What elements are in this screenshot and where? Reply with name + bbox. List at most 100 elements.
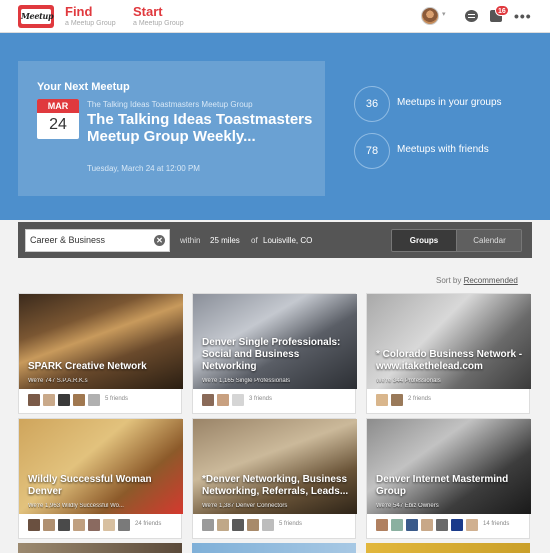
sort-dropdown[interactable]: Recommended [464, 276, 518, 285]
group-photo: *Denver Networking, Business Networking,… [193, 419, 357, 514]
group-photo: Wildly Successful Woman Denver We're 1,9… [19, 419, 183, 514]
within-label: within [180, 236, 201, 245]
friends-count[interactable]: 14 friends [483, 521, 509, 527]
friend-avatar[interactable] [436, 519, 448, 531]
group-photo: SPARK Creative Network We're 747 S.P.A.R… [19, 294, 183, 389]
groups-view-button[interactable]: Groups [392, 230, 456, 251]
friends-count[interactable]: 2 friends [408, 396, 431, 402]
find-label: Find [65, 4, 93, 19]
stat-count: 78 [354, 133, 390, 169]
friend-avatar[interactable] [232, 394, 244, 406]
notification-badge: 16 [495, 5, 509, 16]
friends-count[interactable]: 5 friends [279, 521, 302, 527]
group-members: We're 547 Ebiz Owners [376, 503, 439, 509]
friends-count[interactable]: 24 friends [135, 521, 161, 527]
friend-avatar[interactable] [262, 519, 274, 531]
clear-icon[interactable]: ✕ [154, 235, 165, 246]
friend-avatar[interactable] [466, 519, 478, 531]
friend-avatar[interactable] [43, 394, 55, 406]
friend-avatar[interactable] [247, 519, 259, 531]
distance-dropdown[interactable]: 25 miles [210, 236, 240, 245]
calendar-month: MAR [37, 99, 79, 113]
stat-label: Meetups in your groups [397, 97, 502, 108]
friend-avatar[interactable] [376, 519, 388, 531]
group-members: We're 1,165 Single Professionals [202, 378, 291, 384]
friend-avatar[interactable] [376, 394, 388, 406]
group-name: Wildly Successful Woman Denver [28, 474, 152, 497]
friend-avatar[interactable] [391, 519, 403, 531]
group-members: We're 1,963 Wildly Successful Wo... [28, 503, 124, 509]
group-card[interactable]: Denver Single Professionals: Social and … [192, 293, 357, 414]
more-icon[interactable]: ••• [514, 9, 532, 23]
stat-label: Meetups with friends [397, 144, 489, 155]
sort-control: Sort by Recommended [436, 276, 518, 285]
of-label: of [251, 236, 258, 245]
friend-avatar[interactable] [202, 519, 214, 531]
group-card[interactable]: * Colorado Business Network - www.itaket… [366, 293, 531, 414]
friend-avatar[interactable] [73, 519, 85, 531]
friend-avatar[interactable] [217, 394, 229, 406]
friend-avatar[interactable] [421, 519, 433, 531]
chevron-down-icon[interactable]: ▾ [442, 10, 446, 18]
group-card-partial[interactable] [18, 543, 182, 553]
group-name: Denver Single Professionals: Social and … [202, 337, 341, 372]
friend-avatar[interactable] [28, 394, 40, 406]
friends-count[interactable]: 5 friends [105, 396, 128, 402]
search-value: Career & Business [30, 235, 106, 245]
group-card[interactable]: *Denver Networking, Business Networking,… [192, 418, 357, 539]
category-search-input[interactable]: Career & Business ✕ [25, 229, 170, 252]
group-card-partial[interactable] [192, 543, 356, 553]
user-avatar[interactable] [421, 7, 439, 25]
logo-text: Meetup [21, 9, 54, 24]
next-meetup-card[interactable]: Your Next Meetup MAR 24 The Talking Idea… [18, 61, 325, 196]
meetup-logo[interactable]: Meetup [18, 5, 54, 28]
group-photo: Denver Single Professionals: Social and … [193, 294, 357, 389]
start-sublabel: a Meetup Group [133, 20, 184, 27]
friend-avatar[interactable] [202, 394, 214, 406]
event-datetime: Tuesday, March 24 at 12:00 PM [87, 164, 200, 173]
group-photo: * Colorado Business Network - www.itaket… [367, 294, 531, 389]
friend-avatar[interactable] [406, 519, 418, 531]
group-card[interactable]: Denver Internet Mastermind Group We're 5… [366, 418, 531, 539]
friend-avatar[interactable] [232, 519, 244, 531]
group-name: SPARK Creative Network [28, 361, 147, 372]
friend-avatar[interactable] [58, 394, 70, 406]
messages-icon[interactable] [465, 10, 478, 22]
friend-avatar[interactable] [43, 519, 55, 531]
next-meetup-heading: Your Next Meetup [37, 81, 130, 93]
group-name: Denver Internet Mastermind Group [376, 474, 509, 497]
group-members: We're 747 S.P.A.R.K.s [28, 378, 88, 384]
start-link[interactable]: Start a Meetup Group [133, 5, 184, 28]
friend-avatar[interactable] [118, 519, 130, 531]
group-members: We're 1,387 Denver Connectors [202, 503, 288, 509]
group-name: *Denver Networking, Business Networking,… [202, 474, 349, 497]
search-bar: Career & Business ✕ within 25 miles of L… [18, 222, 532, 258]
event-title[interactable]: The Talking Ideas Toastmasters Meetup Gr… [87, 111, 317, 145]
friend-avatar[interactable] [451, 519, 463, 531]
group-card-partial[interactable] [366, 543, 530, 553]
group-card[interactable]: Wildly Successful Woman Denver We're 1,9… [18, 418, 183, 539]
friend-avatar[interactable] [103, 519, 115, 531]
group-name: * Colorado Business Network - www.itaket… [376, 349, 523, 372]
friend-avatar[interactable] [73, 394, 85, 406]
friend-avatar[interactable] [88, 394, 100, 406]
calendar-day: 24 [49, 116, 67, 133]
friend-avatar[interactable] [28, 519, 40, 531]
location-dropdown[interactable]: Louisville, CO [263, 236, 312, 245]
friend-avatar[interactable] [217, 519, 229, 531]
sort-label: Sort by [436, 276, 462, 285]
friend-avatar[interactable] [391, 394, 403, 406]
friend-avatar[interactable] [58, 519, 70, 531]
find-link[interactable]: Find a Meetup Group [65, 5, 116, 28]
friends-count[interactable]: 3 friends [249, 396, 272, 402]
group-photo: Denver Internet Mastermind Group We're 5… [367, 419, 531, 514]
calendar-view-button[interactable]: Calendar [456, 230, 521, 251]
friend-avatar[interactable] [88, 519, 100, 531]
find-sublabel: a Meetup Group [65, 20, 116, 27]
calendar-icon: MAR 24 [37, 99, 79, 139]
top-navigation-bar: Meetup Find a Meetup Group Start a Meetu… [0, 0, 550, 33]
start-label: Start [133, 4, 163, 19]
event-group-name[interactable]: The Talking Ideas Toastmasters Meetup Gr… [87, 100, 253, 109]
group-card[interactable]: SPARK Creative Network We're 747 S.P.A.R… [18, 293, 183, 414]
hero-section: Your Next Meetup MAR 24 The Talking Idea… [0, 33, 550, 220]
